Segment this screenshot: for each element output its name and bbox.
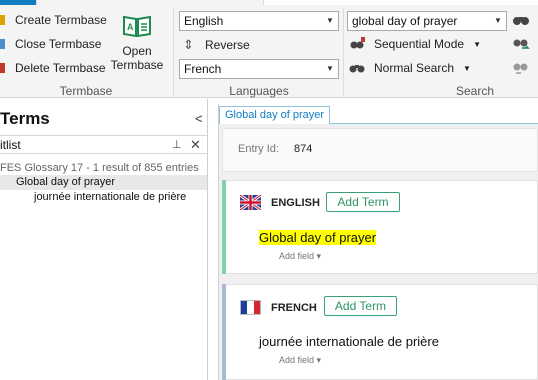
delete-termbase-icon	[0, 62, 10, 74]
hitlist-label: itlist	[0, 138, 21, 152]
chevron-down-icon: ▼	[494, 16, 502, 25]
normal-search-label: Normal Search	[374, 61, 455, 75]
open-termbase-label-line1: Open	[122, 44, 152, 58]
chevron-left-icon[interactable]: <	[195, 111, 203, 126]
reverse-icon: ⇕	[183, 37, 194, 52]
hitlist-target-term[interactable]: journée internationale de prière	[0, 190, 207, 205]
binoculars-search-icon[interactable]	[512, 13, 530, 27]
french-add-term-button[interactable]: Add Term	[324, 296, 397, 316]
open-termbase-label-line2: Termbase	[110, 58, 164, 72]
entry-id-label: Entry Id:	[238, 143, 279, 155]
search-input-value: global day of prayer	[352, 14, 458, 28]
english-term-text: Global day of prayer	[259, 230, 377, 245]
reverse-label: Reverse	[205, 38, 250, 52]
file-tab-accent[interactable]	[0, 0, 36, 5]
create-termbase-icon	[0, 14, 10, 26]
binoculars-icon	[349, 61, 365, 75]
search-next-icon[interactable]	[512, 37, 530, 51]
english-language-label: ENGLISH	[271, 197, 320, 209]
active-ribbon-tab[interactable]	[36, 0, 264, 5]
english-card-bar	[222, 180, 226, 274]
search-group-label: Search	[455, 84, 495, 98]
delete-termbase-label: Delete Termbase	[15, 61, 106, 75]
entry-tab[interactable]: Global day of prayer	[219, 106, 331, 124]
chevron-down-icon: ▼	[326, 64, 334, 73]
close-termbase-icon	[0, 38, 10, 50]
chevron-down-icon: ▼	[326, 16, 334, 25]
uk-flag-icon	[240, 195, 261, 210]
french-language-label: FRENCH	[271, 302, 317, 314]
open-termbase-button[interactable]: A Open Termbase	[108, 12, 166, 82]
target-language-select[interactable]: French ▼	[179, 59, 339, 79]
hitlist-header: itlist ⊥ ✕	[0, 135, 207, 154]
create-termbase-button[interactable]: Create Termbase	[0, 13, 107, 27]
hitlist-source-term[interactable]: Global day of prayer	[0, 175, 207, 190]
chevron-down-icon: ▼	[463, 63, 471, 73]
english-add-term-button[interactable]: Add Term	[326, 192, 400, 212]
hitlist-summary: FES Glossary 17 - 1 result of 855 entrie…	[0, 162, 199, 174]
chevron-down-icon: ▼	[473, 39, 481, 49]
ribbon-tabstrip	[0, 0, 538, 5]
sequential-mode-icon	[349, 37, 365, 51]
france-flag-icon	[240, 300, 261, 315]
search-input[interactable]: global day of prayer ▼	[347, 11, 507, 31]
pin-icon[interactable]: ⊥	[172, 136, 182, 154]
english-add-field-link[interactable]: Add field ▾	[279, 251, 321, 262]
group-separator	[173, 8, 174, 96]
normal-search-button[interactable]: Normal Search ▼	[349, 61, 471, 75]
languages-group-label: Languages	[229, 84, 289, 98]
close-termbase-label: Close Termbase	[15, 37, 102, 51]
open-book-icon: A	[122, 14, 152, 38]
source-language-value: English	[184, 14, 224, 28]
svg-text:A: A	[127, 22, 134, 32]
sequential-mode-button[interactable]: Sequential Mode ▼	[349, 37, 481, 51]
terms-panel: Terms < itlist ⊥ ✕ FES Glossary 17 - 1 r…	[0, 99, 208, 380]
source-language-select[interactable]: English ▼	[179, 11, 339, 31]
target-language-value: French	[184, 62, 222, 76]
reverse-button[interactable]: ⇕ Reverse	[183, 37, 250, 53]
french-card-bar	[222, 284, 226, 380]
english-term[interactable]: Global day of prayer	[259, 230, 377, 245]
delete-termbase-button[interactable]: Delete Termbase	[0, 61, 106, 75]
ribbon: Create Termbase Close Termbase Delete Te…	[0, 0, 538, 98]
group-separator	[343, 8, 344, 96]
terms-panel-title: Terms	[0, 109, 50, 128]
sequential-mode-label: Sequential Mode	[374, 37, 465, 51]
french-term[interactable]: journée internationale de prière	[259, 334, 439, 349]
french-add-field-link[interactable]: Add field ▾	[279, 355, 321, 366]
close-icon[interactable]: ✕	[190, 136, 201, 154]
entry-id-value: 874	[294, 143, 313, 155]
termbase-group-label: Termbase	[59, 84, 113, 98]
create-termbase-label: Create Termbase	[15, 13, 107, 27]
search-refresh-icon[interactable]	[512, 61, 530, 75]
close-termbase-button[interactable]: Close Termbase	[0, 37, 101, 51]
